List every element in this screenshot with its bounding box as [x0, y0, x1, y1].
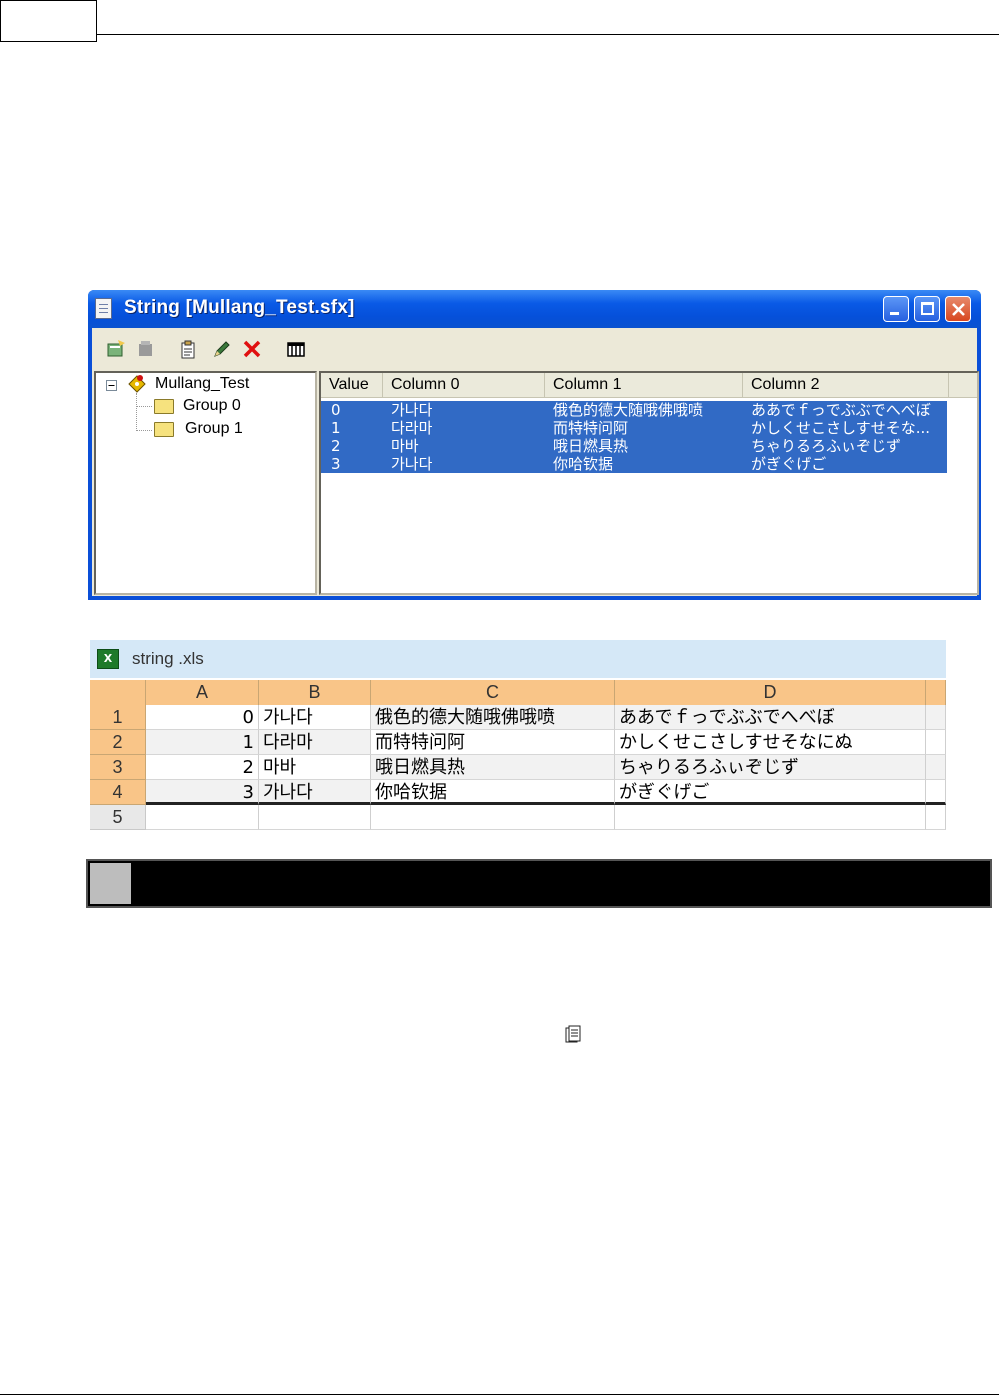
- close-button[interactable]: [945, 296, 971, 322]
- cell-c1[interactable]: 俄色的德大随哦佛哦喷: [371, 705, 615, 730]
- delete-x-icon[interactable]: [242, 339, 262, 359]
- col-header-column-2[interactable]: Column 2: [743, 373, 949, 397]
- disabled-icon[interactable]: [136, 339, 156, 359]
- cell-d3[interactable]: ちゃりるろふぃぞじず: [615, 755, 926, 780]
- cell-e1[interactable]: [926, 705, 946, 730]
- cell-column-2: ちゃりるろふぃぞじず: [751, 437, 902, 455]
- cell-column-0: 마바: [391, 437, 419, 455]
- folder-open-icon: [154, 399, 174, 414]
- cell-c5[interactable]: [371, 805, 615, 830]
- cell-b4[interactable]: 가나다: [259, 780, 371, 805]
- cell-b5[interactable]: [259, 805, 371, 830]
- window-titlebar[interactable]: String [Mullang_Test.sfx]: [88, 290, 981, 328]
- row-header-1[interactable]: 1: [90, 705, 146, 730]
- list-row[interactable]: 0 가나다 俄色的德大随哦佛哦喷 ああでｆっでぶぶでへべぼ: [321, 401, 947, 419]
- tree-view[interactable]: Mullang_Test Group 0 Group 1: [94, 371, 317, 595]
- toolbar: [92, 328, 977, 368]
- cell-column-1: 俄色的德大随哦佛哦喷: [553, 401, 704, 419]
- cell-a1[interactable]: 0: [146, 705, 259, 730]
- cell-a5[interactable]: [146, 805, 259, 830]
- cell-d4[interactable]: がぎぐげご: [615, 780, 926, 805]
- cell-column-2: かしくせこさしすせそな...: [751, 419, 931, 437]
- collapse-icon[interactable]: [106, 380, 117, 391]
- section-marker: [90, 863, 131, 904]
- row-header-2[interactable]: 2: [90, 730, 146, 755]
- list-header: Value Column 0 Column 1 Column 2: [321, 373, 977, 398]
- cell-e4[interactable]: [926, 780, 946, 805]
- cell-d2[interactable]: かしくせこさしすせそなにぬ: [615, 730, 926, 755]
- col-header-column-1[interactable]: Column 1: [545, 373, 743, 397]
- tree-root-label[interactable]: Mullang_Test: [155, 375, 249, 393]
- new-string-icon[interactable]: [106, 339, 126, 359]
- cell-value: 0: [331, 401, 341, 419]
- cell-value: 3: [331, 455, 341, 473]
- tree-line: [136, 430, 152, 432]
- cell-d5[interactable]: [615, 805, 926, 830]
- cell-e2[interactable]: [926, 730, 946, 755]
- cell-column-0: 가나다: [391, 401, 433, 419]
- tag-icon: [128, 375, 146, 393]
- list-row[interactable]: 2 마바 哦日燃具热 ちゃりるろふぃぞじず: [321, 437, 947, 455]
- col-header-e[interactable]: [926, 680, 946, 705]
- col-header-a[interactable]: A: [146, 680, 259, 705]
- cell-e5[interactable]: [926, 805, 946, 830]
- cell-value: 2: [331, 437, 341, 455]
- excel-icon: X: [97, 649, 119, 669]
- tree-line: [136, 393, 138, 431]
- folder-icon: [154, 422, 174, 437]
- col-header-c[interactable]: C: [371, 680, 615, 705]
- cell-b2[interactable]: 다라마: [259, 730, 371, 755]
- string-list-view[interactable]: Value Column 0 Column 1 Column 2 0 가나다 俄…: [319, 371, 979, 595]
- row-header-5[interactable]: 5: [90, 805, 146, 830]
- col-header-d[interactable]: D: [615, 680, 926, 705]
- excel-filename: string .xls: [132, 649, 204, 668]
- window-title: String [Mullang_Test.sfx]: [124, 297, 355, 318]
- cell-a3[interactable]: 2: [146, 755, 259, 780]
- col-header-b[interactable]: B: [259, 680, 371, 705]
- cell-c3[interactable]: 哦日燃具热: [371, 755, 615, 780]
- excel-titlebar: X string .xls: [90, 640, 946, 678]
- window-client: Mullang_Test Group 0 Group 1 Value Colum…: [92, 328, 979, 596]
- paste-icon: [565, 1025, 581, 1043]
- cell-b1[interactable]: 가나다: [259, 705, 371, 730]
- close-icon: [952, 303, 965, 316]
- select-all-corner[interactable]: [90, 680, 146, 705]
- document-icon: [95, 298, 112, 319]
- tree-item-group-0[interactable]: Group 0: [183, 397, 241, 415]
- cell-value: 1: [331, 419, 341, 437]
- footer-rule: [0, 1394, 999, 1395]
- tree-item-group-1[interactable]: Group 1: [185, 420, 243, 438]
- header-rule: [97, 34, 999, 35]
- cell-column-1: 哦日燃具热: [553, 437, 629, 455]
- cell-column-1: 你哈钦据: [553, 455, 614, 473]
- col-header-column-0[interactable]: Column 0: [383, 373, 545, 397]
- paste-icon[interactable]: [178, 339, 198, 359]
- cell-b3[interactable]: 마바: [259, 755, 371, 780]
- cell-a4[interactable]: 3: [146, 780, 259, 805]
- maximize-button[interactable]: [914, 296, 940, 322]
- cell-column-1: 而特特问阿: [553, 419, 629, 437]
- section-heading-bar: [86, 859, 992, 908]
- list-row[interactable]: 3 가나다 你哈钦据 がぎぐげご: [321, 455, 947, 473]
- cell-c2[interactable]: 而特特问阿: [371, 730, 615, 755]
- page-number-box: [0, 0, 97, 42]
- cell-column-0: 다라마: [391, 419, 433, 437]
- cell-e3[interactable]: [926, 755, 946, 780]
- cell-d1[interactable]: ああでｆっでぶぶでへべぼ: [615, 705, 926, 730]
- string-window: String [Mullang_Test.sfx] Mullang_Test G…: [88, 290, 981, 600]
- columns-icon[interactable]: [286, 339, 306, 359]
- excel-sheet: X string .xls A B C D 1 0 가나다 俄色的德大随哦佛哦喷…: [90, 640, 946, 830]
- cell-column-2: ああでｆっでぶぶでへべぼ: [751, 401, 931, 419]
- cell-column-2: がぎぐげご: [751, 455, 827, 473]
- cell-c4[interactable]: 你哈钦据: [371, 780, 615, 805]
- tree-line: [136, 406, 152, 408]
- row-header-4[interactable]: 4: [90, 780, 146, 805]
- col-header-value[interactable]: Value: [321, 373, 383, 397]
- row-header-3[interactable]: 3: [90, 755, 146, 780]
- minimize-button[interactable]: [883, 296, 909, 322]
- cell-column-0: 가나다: [391, 455, 433, 473]
- list-row[interactable]: 1 다라마 而特特问阿 かしくせこさしすせそな...: [321, 419, 947, 437]
- cell-a2[interactable]: 1: [146, 730, 259, 755]
- edit-pencil-icon[interactable]: [212, 339, 232, 359]
